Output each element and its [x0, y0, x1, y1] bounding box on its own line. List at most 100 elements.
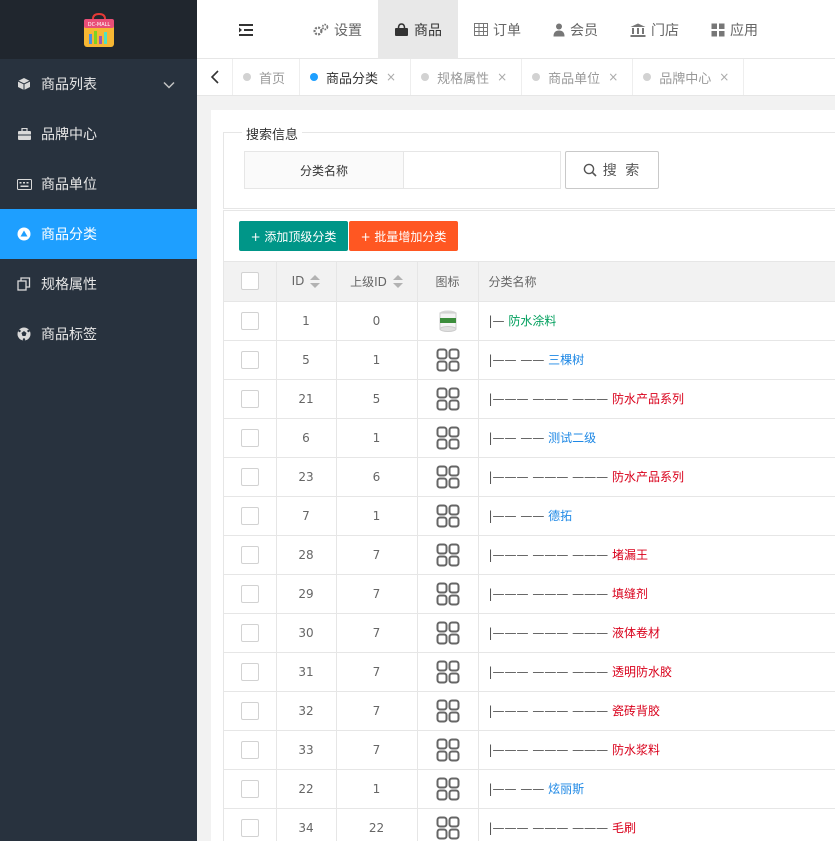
- row-parent-id: 7: [336, 535, 418, 575]
- category-name-link[interactable]: 透明防水胶: [612, 665, 672, 679]
- header-id[interactable]: ID: [276, 262, 337, 302]
- tab-scroll-left-button[interactable]: [197, 59, 233, 95]
- row-icon-cell: [417, 379, 479, 419]
- close-icon[interactable]: ×: [608, 70, 618, 84]
- table-row[interactable]: 31 7 |——— ——— ——— 透明防水胶: [224, 652, 835, 692]
- close-icon[interactable]: ×: [386, 70, 396, 84]
- row-category-name: |—— —— 三棵树: [478, 340, 835, 380]
- row-checkbox[interactable]: [240, 740, 259, 759]
- category-name-link[interactable]: 德拓: [548, 509, 572, 523]
- row-checkbox[interactable]: [240, 545, 259, 564]
- close-icon[interactable]: ×: [497, 70, 507, 84]
- sidebar-item-3[interactable]: 商品分类: [0, 209, 197, 259]
- tree-prefix: |——— ——— ———: [488, 665, 612, 679]
- category-name-link[interactable]: 炫丽斯: [548, 782, 584, 796]
- category-name-link[interactable]: 毛刷: [612, 821, 636, 835]
- user-icon: [553, 23, 565, 37]
- category-name-link[interactable]: 堵漏王: [612, 548, 648, 562]
- row-checkbox[interactable]: [240, 623, 259, 642]
- table-row[interactable]: 1 0 |— 防水涂料: [224, 301, 835, 341]
- search-button[interactable]: 搜 索: [565, 151, 659, 189]
- category-name-link[interactable]: 瓷砖背胶: [612, 704, 660, 718]
- category-name-input[interactable]: [403, 151, 561, 189]
- row-checkbox[interactable]: [240, 701, 259, 720]
- row-checkbox[interactable]: [240, 506, 259, 525]
- row-select-cell: [224, 418, 277, 458]
- row-checkbox[interactable]: [240, 428, 259, 447]
- row-id: 6: [276, 418, 337, 458]
- grid-icon: [436, 699, 460, 722]
- tab-0[interactable]: 首页: [233, 59, 301, 95]
- table-row[interactable]: 23 6 |——— ——— ——— 防水产品系列: [224, 457, 835, 497]
- row-checkbox[interactable]: [240, 584, 259, 603]
- row-icon-cell: [417, 730, 479, 770]
- grid-icon: [436, 738, 460, 761]
- row-checkbox[interactable]: [240, 818, 259, 837]
- category-name-link[interactable]: 三棵树: [548, 353, 584, 367]
- tab-3[interactable]: 商品单位 ×: [522, 59, 634, 95]
- top-nav: 设置 商品 订单 会员 门店 应用: [297, 0, 774, 59]
- batch-add-category-button[interactable]: + 批量增加分类: [349, 221, 458, 251]
- row-checkbox[interactable]: [240, 311, 259, 330]
- table-row[interactable]: 21 5 |——— ——— ——— 防水产品系列: [224, 379, 835, 419]
- grid-icon: [711, 23, 725, 37]
- sidebar-fold-icon[interactable]: [237, 21, 255, 39]
- table-row[interactable]: 22 1 |—— —— 炫丽斯: [224, 769, 835, 809]
- close-icon[interactable]: ×: [719, 70, 729, 84]
- sort-icon[interactable]: [392, 275, 403, 289]
- row-category-name: |——— ——— ——— 防水浆料: [478, 730, 835, 770]
- table-row[interactable]: 33 7 |——— ——— ——— 防水浆料: [224, 730, 835, 770]
- topnav-item-5[interactable]: 应用: [695, 0, 774, 59]
- topnav-item-2[interactable]: 订单: [458, 0, 537, 59]
- table-row[interactable]: 7 1 |—— —— 德拓: [224, 496, 835, 536]
- table-row[interactable]: 29 7 |——— ——— ——— 填缝剂: [224, 574, 835, 614]
- row-id: 1: [276, 301, 337, 341]
- row-checkbox[interactable]: [240, 467, 259, 486]
- chevron-down-icon[interactable]: [163, 77, 175, 93]
- dc-mall-logo[interactable]: DC-MALL: [81, 12, 117, 48]
- tab-1[interactable]: 商品分类 ×: [300, 59, 412, 95]
- sidebar-item-5[interactable]: 商品标签: [0, 309, 197, 359]
- table-row[interactable]: 5 1 |—— —— 三棵树: [224, 340, 835, 380]
- category-name-link[interactable]: 防水产品系列: [612, 392, 684, 406]
- table-row[interactable]: 28 7 |——— ——— ——— 堵漏王: [224, 535, 835, 575]
- row-category-name: |—— —— 炫丽斯: [478, 769, 835, 809]
- tab-2[interactable]: 规格属性 ×: [411, 59, 523, 95]
- category-name-link[interactable]: 防水浆料: [612, 743, 660, 757]
- row-checkbox[interactable]: [240, 779, 259, 798]
- header-category-name: 分类名称: [478, 262, 835, 302]
- category-name-link[interactable]: 液体卷材: [612, 626, 660, 640]
- sidebar-item-2[interactable]: 商品单位: [0, 159, 197, 209]
- table-row[interactable]: 6 1 |—— —— 测试二级: [224, 418, 835, 458]
- row-parent-id: 7: [336, 691, 418, 731]
- category-name-link[interactable]: 防水涂料: [508, 314, 556, 328]
- row-checkbox[interactable]: [240, 662, 259, 681]
- row-checkbox[interactable]: [240, 389, 259, 408]
- select-all-checkbox[interactable]: [240, 272, 259, 291]
- add-top-category-button[interactable]: + 添加顶级分类: [239, 221, 348, 251]
- category-name-link[interactable]: 填缝剂: [612, 587, 648, 601]
- search-icon: [583, 163, 597, 177]
- row-select-cell: [224, 808, 277, 841]
- row-id: 33: [276, 730, 337, 770]
- row-id: 29: [276, 574, 337, 614]
- topnav-item-1[interactable]: 商品: [378, 0, 458, 59]
- header-parent-id[interactable]: 上级ID: [336, 262, 418, 302]
- row-checkbox[interactable]: [240, 350, 259, 369]
- category-name-link[interactable]: 测试二级: [548, 431, 596, 445]
- sidebar-item-0[interactable]: 商品列表: [0, 59, 197, 109]
- table-row[interactable]: 30 7 |——— ——— ——— 液体卷材: [224, 613, 835, 653]
- topnav-item-3[interactable]: 会员: [537, 0, 614, 59]
- row-parent-id: 7: [336, 652, 418, 692]
- category-name-link[interactable]: 防水产品系列: [612, 470, 684, 484]
- table-row[interactable]: 32 7 |——— ——— ——— 瓷砖背胶: [224, 691, 835, 731]
- table-row[interactable]: 34 22 |——— ——— ——— 毛刷: [224, 808, 835, 841]
- sort-icon[interactable]: [310, 274, 321, 289]
- topnav-item-4[interactable]: 门店: [614, 0, 695, 59]
- tree-prefix: |——— ——— ———: [488, 470, 612, 484]
- sidebar-item-4[interactable]: 规格属性: [0, 259, 197, 309]
- topnav-item-0[interactable]: 设置: [297, 0, 378, 59]
- sidebar-item-1[interactable]: 品牌中心: [0, 109, 197, 159]
- row-category-name: |——— ——— ——— 液体卷材: [478, 613, 835, 653]
- tab-4[interactable]: 品牌中心 ×: [633, 59, 745, 95]
